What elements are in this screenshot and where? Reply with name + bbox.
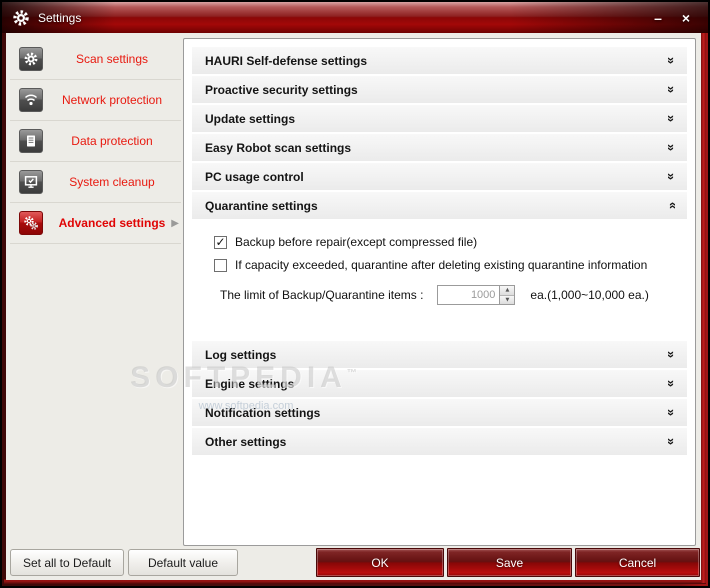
sidebar-item-label: Data protection — [71, 134, 153, 148]
accordion-header-quarantine-settings[interactable]: Quarantine settings » — [192, 192, 687, 219]
section-title: Engine settings — [205, 376, 295, 391]
quarantine-limit-spinner: ▲ ▼ — [437, 285, 516, 305]
chevron-down-icon: » — [663, 437, 679, 446]
section-title: Easy Robot scan settings — [205, 140, 352, 155]
quarantine-limit-row: The limit of Backup/Quarantine items : ▲… — [220, 285, 687, 305]
accordion-header-engine-settings[interactable]: Engine settings » — [192, 370, 687, 397]
chevron-down-icon: » — [663, 408, 679, 417]
spinner-up-icon[interactable]: ▲ — [500, 286, 515, 296]
section-title: PC usage control — [205, 169, 304, 184]
settings-window: Settings – × Scan settings Network prote… — [0, 0, 710, 588]
accordion-header-hauri-self-defense[interactable]: HAURI Self-defense settings » — [192, 47, 687, 74]
sidebar-item-label: System cleanup — [69, 175, 155, 189]
quarantine-limit-range: ea.(1,000~10,000 ea.) — [530, 288, 649, 302]
accordion-header-pc-usage-control[interactable]: PC usage control » — [192, 163, 687, 190]
backup-before-repair-label: Backup before repair(except compressed f… — [235, 235, 478, 249]
settings-panel: HAURI Self-defense settings » Proactive … — [183, 38, 696, 546]
wireless-icon — [19, 88, 43, 112]
section-title: Update settings — [205, 111, 296, 126]
backup-before-repair-row: ✓ Backup before repair(except compressed… — [214, 235, 687, 249]
section-title: Other settings — [205, 434, 287, 449]
accordion-header-update-settings[interactable]: Update settings » — [192, 105, 687, 132]
chevron-down-icon: » — [663, 350, 679, 359]
section-title: Log settings — [205, 347, 277, 362]
chevron-down-icon: » — [663, 143, 679, 152]
sidebar-item-scan-settings[interactable]: Scan settings — [10, 39, 181, 80]
chevron-down-icon: » — [663, 172, 679, 181]
save-button[interactable]: Save — [447, 548, 572, 577]
accordion-header-easy-robot-scan[interactable]: Easy Robot scan settings » — [192, 134, 687, 161]
chevron-down-icon: » — [663, 56, 679, 65]
sidebar-item-label: Network protection — [61, 93, 163, 107]
section-title: Notification settings — [205, 405, 321, 420]
set-all-to-default-button[interactable]: Set all to Default — [10, 549, 124, 576]
chevron-down-icon: » — [663, 85, 679, 94]
default-value-button[interactable]: Default value — [128, 549, 238, 576]
sidebar-item-label: Scan settings — [75, 52, 149, 66]
backup-before-repair-checkbox[interactable]: ✓ — [214, 235, 227, 249]
chevron-up-icon: » — [663, 201, 679, 210]
cancel-button[interactable]: Cancel — [575, 548, 700, 577]
window-title: Settings — [38, 10, 82, 25]
quarantine-limit-input[interactable] — [438, 286, 500, 304]
quarantine-settings-body: ✓ Backup before repair(except compressed… — [192, 221, 687, 341]
content-area: Scan settings Network protection Data pr… — [6, 33, 701, 580]
sidebar-item-label: Advanced settings — [58, 216, 166, 230]
gear-icon — [19, 47, 43, 71]
sidebar-item-advanced-settings[interactable]: Advanced settings ▶ — [10, 203, 181, 244]
settings-gear-icon — [12, 9, 30, 27]
titlebar: Settings – × — [2, 2, 708, 33]
gears-icon — [19, 211, 43, 235]
sidebar: Scan settings Network protection Data pr… — [10, 39, 181, 244]
sidebar-item-network-protection[interactable]: Network protection — [10, 80, 181, 121]
section-title: Proactive security settings — [205, 82, 358, 97]
minimize-button[interactable]: – — [650, 10, 666, 26]
accordion-header-notification-settings[interactable]: Notification settings » — [192, 399, 687, 426]
section-title: HAURI Self-defense settings — [205, 53, 368, 68]
sidebar-item-data-protection[interactable]: Data protection — [10, 121, 181, 162]
capacity-exceeded-label: If capacity exceeded, quarantine after d… — [235, 258, 648, 272]
close-button[interactable]: × — [678, 10, 694, 26]
ok-button[interactable]: OK — [316, 548, 444, 577]
section-title: Quarantine settings — [205, 198, 318, 213]
chevron-down-icon: » — [663, 379, 679, 388]
accordion-header-proactive-security[interactable]: Proactive security settings » — [192, 76, 687, 103]
quarantine-limit-label: The limit of Backup/Quarantine items : — [220, 288, 424, 302]
capacity-exceeded-row: If capacity exceeded, quarantine after d… — [214, 258, 687, 272]
active-item-arrow-icon: ▶ — [171, 217, 179, 229]
accordion-header-log-settings[interactable]: Log settings » — [192, 341, 687, 368]
document-icon — [19, 129, 43, 153]
capacity-exceeded-checkbox[interactable] — [214, 258, 227, 272]
spinner-down-icon[interactable]: ▼ — [500, 295, 515, 304]
accordion-header-other-settings[interactable]: Other settings » — [192, 428, 687, 455]
sidebar-item-system-cleanup[interactable]: System cleanup — [10, 162, 181, 203]
chevron-down-icon: » — [663, 114, 679, 123]
monitor-check-icon — [19, 170, 43, 194]
